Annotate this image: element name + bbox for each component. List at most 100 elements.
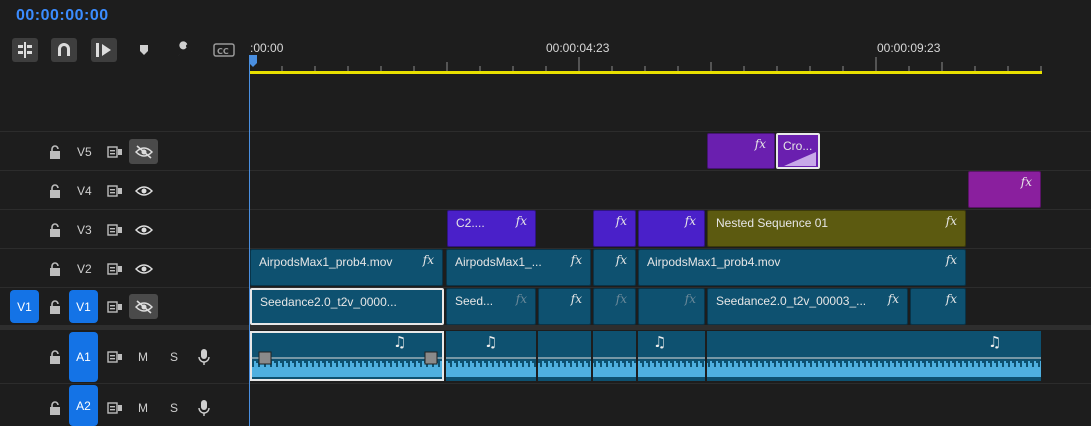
sync-lock-v5[interactable] bbox=[106, 143, 124, 161]
time-ruler[interactable] bbox=[249, 55, 1049, 77]
sync-lock-a2[interactable] bbox=[106, 399, 124, 417]
sync-lock-a1[interactable] bbox=[106, 348, 124, 366]
fx-badge: fx bbox=[684, 214, 696, 228]
toggle-output-v1[interactable] bbox=[129, 294, 158, 319]
toggle-output-v2[interactable] bbox=[134, 260, 154, 278]
lock-icon bbox=[50, 300, 60, 314]
clip-v1-seedance-2[interactable]: Seed... fx bbox=[446, 288, 536, 325]
track-output-icon bbox=[107, 185, 122, 197]
clip-v4[interactable]: fx bbox=[968, 171, 1041, 208]
track-target-a2[interactable]: A2 bbox=[69, 385, 98, 426]
linked-selection-button[interactable] bbox=[91, 38, 117, 62]
clip-name: Seedance2.0_t2v_00003_... bbox=[716, 294, 867, 308]
solo-a2[interactable]: S bbox=[170, 401, 178, 415]
sync-lock-v4[interactable] bbox=[106, 182, 124, 200]
clip-v1-d[interactable]: fx bbox=[593, 288, 636, 325]
lock-track-v4[interactable] bbox=[46, 182, 64, 200]
track-output-icon bbox=[107, 146, 122, 158]
audio-clip-4[interactable] bbox=[593, 331, 636, 381]
clip-v2-airpods-2[interactable]: AirpodsMax1_... fx bbox=[446, 249, 591, 286]
eye-icon bbox=[135, 225, 153, 235]
audio-clip-6[interactable]: ♫ bbox=[707, 331, 1041, 381]
clip-v2-airpods-3[interactable]: AirpodsMax1_prob4.mov fx bbox=[638, 249, 966, 286]
clip-v1-seedance-3[interactable]: Seedance2.0_t2v_00003_... fx bbox=[707, 288, 908, 325]
lock-track-v5[interactable] bbox=[46, 143, 64, 161]
microphone-icon bbox=[198, 349, 210, 365]
source-patch-v1[interactable]: V1 bbox=[10, 290, 39, 323]
toggle-output-v3[interactable] bbox=[134, 221, 154, 239]
clip-v1-e[interactable]: fx bbox=[638, 288, 705, 325]
lock-track-v2[interactable] bbox=[46, 260, 64, 278]
lock-track-v3[interactable] bbox=[46, 221, 64, 239]
toggle-output-v4[interactable] bbox=[134, 182, 154, 200]
clip-v5-adjustment[interactable]: fx bbox=[707, 133, 775, 169]
fx-badge: fx bbox=[754, 137, 766, 151]
work-area-bar[interactable] bbox=[249, 71, 1042, 74]
clip-name: AirpodsMax1_prob4.mov bbox=[259, 255, 393, 269]
mute-a1[interactable]: M bbox=[138, 350, 148, 364]
sync-lock-v1[interactable] bbox=[106, 298, 124, 316]
lock-icon bbox=[50, 401, 60, 415]
track-target-a1[interactable]: A1 bbox=[69, 332, 98, 382]
track-label-v4[interactable]: V4 bbox=[77, 184, 92, 198]
settings-button[interactable] bbox=[171, 38, 197, 62]
solo-a1[interactable]: S bbox=[170, 350, 178, 364]
fx-badge: fx bbox=[615, 214, 627, 228]
track-label-v3[interactable]: V3 bbox=[77, 223, 92, 237]
eye-off-icon bbox=[134, 144, 153, 159]
lock-track-v1[interactable] bbox=[46, 298, 64, 316]
track-output-icon bbox=[107, 224, 122, 236]
track-label-v2[interactable]: V2 bbox=[77, 262, 92, 276]
lock-track-a2[interactable] bbox=[46, 399, 64, 417]
clip-v3-c2[interactable]: C2.... fx bbox=[447, 210, 536, 247]
audio-track-a1[interactable]: ♫ ♫ ♫ ♫ bbox=[250, 331, 1044, 383]
clip-name: AirpodsMax1_... bbox=[455, 255, 542, 269]
audio-clip-3[interactable] bbox=[538, 331, 591, 381]
clip-v2-small[interactable]: fx bbox=[593, 249, 636, 286]
sync-lock-v3[interactable] bbox=[106, 221, 124, 239]
audio-clip-5[interactable]: ♫ bbox=[638, 331, 705, 381]
clip-v3-b[interactable]: fx bbox=[593, 210, 636, 247]
sync-lock-v2[interactable] bbox=[106, 260, 124, 278]
captions-button[interactable]: CC bbox=[211, 38, 237, 62]
voiceover-a1[interactable] bbox=[195, 347, 213, 367]
clip-v1-g[interactable]: fx bbox=[910, 288, 966, 325]
clip-name: Seed... bbox=[455, 294, 494, 308]
clip-v2-airpods-1[interactable]: AirpodsMax1_prob4.mov fx bbox=[250, 249, 443, 286]
track-target-v1[interactable]: V1 bbox=[69, 290, 98, 323]
timecode-display[interactable]: 00:00:00:00 bbox=[16, 7, 109, 25]
fx-badge: fx bbox=[422, 253, 434, 267]
toggle-output-v5[interactable] bbox=[129, 139, 158, 164]
playhead-handle-icon[interactable] bbox=[249, 55, 257, 67]
clip-name: C2.... bbox=[456, 216, 485, 230]
voiceover-a2[interactable] bbox=[195, 398, 213, 418]
track-output-icon bbox=[107, 301, 122, 313]
lock-track-a1[interactable] bbox=[46, 348, 64, 366]
clip-v1-seedance-1[interactable]: Seedance2.0_t2v_0000... bbox=[250, 288, 444, 325]
playhead-line[interactable] bbox=[249, 55, 250, 426]
clip-thumbnail-icon bbox=[784, 152, 816, 166]
fx-badge: fx bbox=[1020, 175, 1032, 189]
mute-a2[interactable]: M bbox=[138, 401, 148, 415]
music-note-icon: ♫ bbox=[988, 333, 1001, 351]
fx-badge: fx bbox=[515, 214, 527, 228]
clip-name: Seedance2.0_t2v_0000... bbox=[260, 295, 397, 309]
clip-v5-crop[interactable]: Cro... bbox=[776, 133, 820, 169]
clip-v3-nested-sequence[interactable]: Nested Sequence 01 fx bbox=[707, 210, 966, 247]
track-label-v5[interactable]: V5 bbox=[77, 145, 92, 159]
fx-badge: fx bbox=[684, 292, 696, 306]
add-marker-button[interactable] bbox=[131, 38, 157, 62]
music-note-icon: ♫ bbox=[393, 333, 406, 351]
eye-off-icon bbox=[134, 299, 153, 314]
clip-v1-c[interactable]: fx bbox=[538, 288, 591, 325]
snap-button[interactable] bbox=[51, 38, 77, 62]
music-note-icon: ♫ bbox=[653, 333, 666, 351]
svg-text:CC: CC bbox=[217, 47, 229, 56]
audio-clip-2[interactable]: ♫ bbox=[446, 331, 536, 381]
clip-v3-c[interactable]: fx bbox=[638, 210, 705, 247]
fx-badge: fx bbox=[615, 253, 627, 267]
fx-badge: fx bbox=[945, 214, 957, 228]
lock-icon bbox=[50, 350, 60, 364]
audio-clip-1[interactable]: ♫ bbox=[250, 331, 444, 381]
snap-to-sequence-button[interactable] bbox=[12, 38, 38, 62]
